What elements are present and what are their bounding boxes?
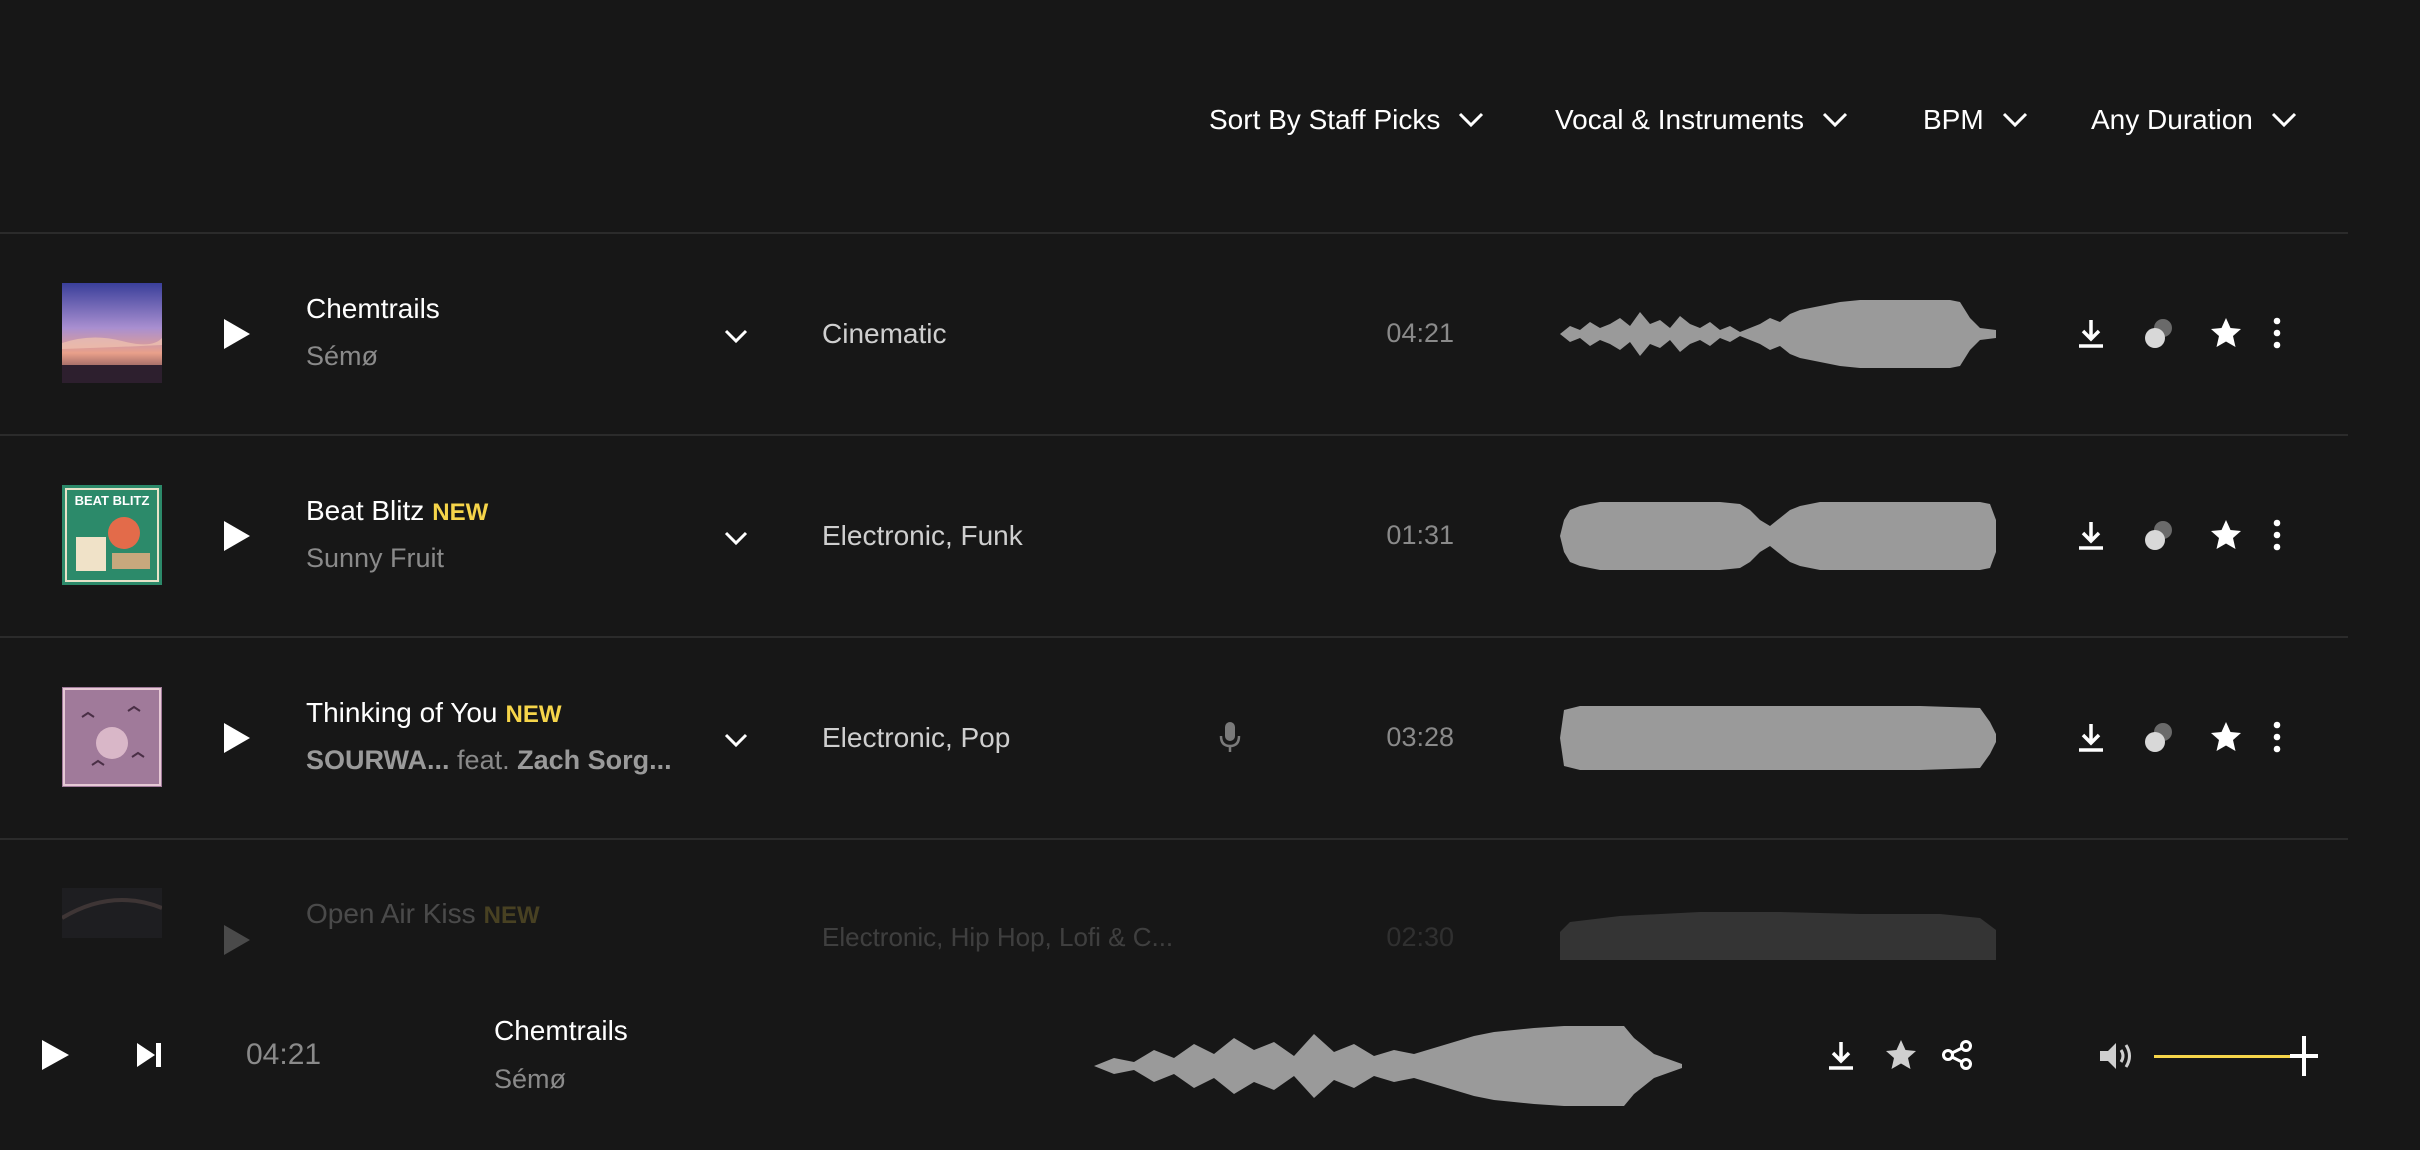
track-row[interactable]: Thinking of You NEW SOURWA... feat. Zach …: [0, 638, 2348, 840]
chevron-down-icon: [2271, 112, 2296, 128]
track-duration: 03:28: [1386, 722, 1454, 752]
more-vertical-icon[interactable]: [2260, 316, 2294, 350]
volume-slider-track[interactable]: [2154, 1055, 2300, 1058]
featured-artist-name[interactable]: Zach Sorg...: [517, 745, 672, 775]
star-icon[interactable]: [2209, 518, 2243, 552]
track-row[interactable]: Chemtrails Sémø Cinematic 04:21: [0, 234, 2348, 436]
track-genre[interactable]: Electronic, Pop: [822, 722, 1010, 754]
play-icon[interactable]: [38, 1037, 72, 1073]
play-icon[interactable]: [218, 720, 254, 756]
player-time: 04:21: [246, 1038, 322, 1071]
sort-label: Sort By Staff Picks: [1209, 104, 1441, 135]
track-artist[interactable]: Sunny Fruit: [306, 543, 444, 574]
stems-icon[interactable]: [2142, 720, 2176, 754]
star-icon[interactable]: [2209, 720, 2243, 754]
star-icon[interactable]: [1884, 1038, 1918, 1072]
track-duration: 04:21: [1386, 318, 1454, 348]
track-row[interactable]: Open Air Kiss NEW Electronic, Hip Hop, Lo…: [0, 838, 2348, 962]
album-art-image: [62, 687, 162, 787]
album-cover[interactable]: [62, 687, 162, 787]
album-cover[interactable]: BEAT BLITZ: [62, 485, 162, 585]
track-genre[interactable]: Electronic, Funk: [822, 520, 1023, 552]
download-icon[interactable]: [2074, 316, 2108, 350]
vocal-label: Vocal & Instruments: [1555, 104, 1805, 135]
share-icon[interactable]: [1940, 1038, 1974, 1072]
track-title-text: Thinking of You: [306, 697, 498, 728]
album-cover[interactable]: [62, 283, 162, 383]
track-row[interactable]: BEAT BLITZ Beat Blitz NEW Sunny Fruit Ele…: [0, 436, 2348, 638]
volume-icon[interactable]: [2098, 1040, 2136, 1072]
bpm-dropdown[interactable]: BPM: [1923, 104, 2028, 136]
track-genre[interactable]: Electronic, Hip Hop, Lofi & C...: [822, 922, 1173, 953]
sort-dropdown[interactable]: Sort By Staff Picks: [1209, 104, 1484, 136]
album-art-image: [62, 283, 162, 383]
waveform-shape: [1560, 502, 1996, 570]
album-art-image: [62, 888, 162, 938]
track-genre[interactable]: Cinematic: [822, 318, 946, 350]
play-icon[interactable]: [218, 922, 254, 958]
track-artist[interactable]: SOURWA... feat. Zach Sorg...: [306, 745, 672, 776]
track-title-text: Beat Blitz: [306, 495, 425, 526]
waveform-shape: [1094, 1026, 1682, 1106]
track-title-text: Chemtrails: [306, 293, 440, 324]
waveform[interactable]: [1560, 698, 1996, 778]
new-badge: NEW: [483, 902, 540, 929]
duration-dropdown[interactable]: Any Duration: [2091, 104, 2297, 136]
volume-slider-handle[interactable]: [2290, 1036, 2318, 1076]
chevron-down-icon: [1822, 112, 1848, 128]
waveform[interactable]: [1560, 902, 1996, 962]
track-title[interactable]: Open Air Kiss NEW: [306, 898, 540, 930]
waveform[interactable]: [1560, 294, 1996, 374]
duration-label: Any Duration: [2091, 104, 2253, 135]
track-title-text: Open Air Kiss: [306, 898, 476, 929]
track-artist[interactable]: Sémø: [306, 341, 378, 372]
artist-name: Sémø: [306, 341, 379, 371]
chevron-down-icon: [1459, 112, 1484, 128]
track-duration: 01:31: [1386, 520, 1454, 550]
chevron-down-icon: [2002, 112, 2027, 128]
filters-bar: Sort By Staff Picks Vocal & Instruments …: [0, 0, 2348, 234]
player-waveform[interactable]: [1094, 1020, 1682, 1112]
chevron-down-icon[interactable]: [724, 732, 748, 748]
player-track-title[interactable]: Chemtrails: [494, 1015, 628, 1047]
stems-icon[interactable]: [2142, 518, 2176, 552]
chevron-down-icon[interactable]: [724, 530, 748, 546]
vocal-instruments-dropdown[interactable]: Vocal & Instruments: [1555, 104, 1848, 136]
bpm-label: BPM: [1923, 104, 1984, 135]
microphone-icon: [1219, 722, 1241, 752]
track-title[interactable]: Chemtrails: [306, 293, 440, 325]
player-artist[interactable]: Sémø: [494, 1064, 566, 1095]
new-badge: NEW: [432, 499, 489, 526]
new-badge: NEW: [505, 701, 562, 728]
play-icon[interactable]: [218, 518, 254, 554]
download-icon[interactable]: [1824, 1038, 1858, 1072]
artist-name[interactable]: SOURWA...: [306, 745, 450, 775]
more-vertical-icon[interactable]: [2260, 720, 2294, 754]
waveform-shape: [1560, 300, 1996, 368]
track-title[interactable]: Beat Blitz NEW: [306, 495, 488, 527]
album-cover[interactable]: [62, 888, 162, 938]
play-icon[interactable]: [218, 316, 254, 352]
track-title[interactable]: Thinking of You NEW: [306, 697, 562, 729]
skip-next-icon[interactable]: [134, 1040, 164, 1070]
waveform-shape: [1560, 912, 1996, 962]
waveform-shape: [1560, 706, 1996, 770]
chevron-down-icon[interactable]: [724, 328, 748, 344]
svg-text:BEAT BLITZ: BEAT BLITZ: [75, 493, 150, 508]
artist-name: Sunny Fruit: [306, 543, 445, 573]
feat-label: feat.: [457, 745, 510, 775]
track-duration: 02:30: [1386, 922, 1454, 952]
download-icon[interactable]: [2074, 720, 2108, 754]
waveform[interactable]: [1560, 496, 1996, 576]
album-art-image: BEAT BLITZ: [62, 485, 162, 585]
more-vertical-icon[interactable]: [2260, 518, 2294, 552]
star-icon[interactable]: [2209, 316, 2243, 350]
stems-icon[interactable]: [2142, 316, 2176, 350]
download-icon[interactable]: [2074, 518, 2108, 552]
